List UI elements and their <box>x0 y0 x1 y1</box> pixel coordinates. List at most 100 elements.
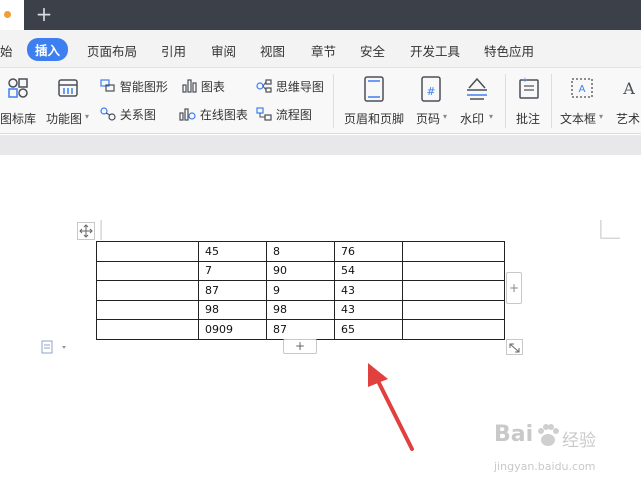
smart-shape-button[interactable]: 智能图形 <box>100 78 168 95</box>
table-row: 98 98 43 <box>96 299 505 320</box>
ribbon-toolbar: 图标库 功能图 ▾ 智能图形 图表 思维导图 关系图 在线图表 流程图 页眉和页… <box>0 68 641 134</box>
paragraph-layout-button[interactable] <box>40 339 70 354</box>
watermark-url: jingyan.baidu.com <box>494 460 596 473</box>
page-number-button[interactable]: # 页码 ▾ <box>414 74 452 128</box>
table-cell[interactable]: 98 <box>266 299 335 320</box>
chart-button[interactable]: 图表 <box>181 78 225 95</box>
smart-shape-label: 智能图形 <box>119 80 168 94</box>
menu-references[interactable]: 引用 <box>161 41 186 60</box>
table-cell[interactable]: 87 <box>266 319 335 340</box>
menu-insert[interactable]: 插入 <box>27 38 69 61</box>
table-cell[interactable] <box>96 319 199 340</box>
watermark-brand: Bai <box>494 422 534 447</box>
table-row: 45 8 76 <box>96 241 505 262</box>
svg-text:A: A <box>622 79 635 98</box>
table-cell[interactable] <box>402 280 505 301</box>
art-text-button[interactable]: A 艺术 <box>614 74 641 128</box>
table-move-handle[interactable] <box>77 222 95 240</box>
table-cell[interactable]: 0909 <box>198 319 267 340</box>
svg-text:+: + <box>522 76 528 84</box>
table-cell[interactable]: 7 <box>198 260 267 281</box>
baidu-jingyan-watermark: Bai 经验 jingyan.baidu.com <box>492 420 610 482</box>
table-cell[interactable]: 98 <box>198 299 267 320</box>
red-arrow-annotation <box>368 363 414 451</box>
art-text-icon: A <box>622 79 635 98</box>
watermark-brand-cn: 经验 <box>562 431 596 451</box>
table-cell[interactable]: 8 <box>266 241 335 262</box>
relation-chart-icon <box>100 107 116 121</box>
page-number-icon: # <box>421 76 441 102</box>
flowchart-button[interactable]: 流程图 <box>256 106 312 123</box>
ribbon-divider <box>333 74 334 128</box>
table-cell[interactable] <box>402 260 505 281</box>
app-window: + 始 插入 页面布局 引用 审阅 视图 章节 安全 开发工具 特色应用 图标库 <box>0 0 641 491</box>
comment-label: 批注 <box>516 112 541 126</box>
document-tab[interactable] <box>0 0 24 30</box>
online-chart-icon <box>179 108 196 121</box>
art-text-label: 艺术 <box>616 112 641 126</box>
table-cell[interactable]: 65 <box>334 319 403 340</box>
move-arrows-icon <box>79 224 93 238</box>
menu-view[interactable]: 视图 <box>260 41 285 60</box>
menu-special-apps[interactable]: 特色应用 <box>484 41 534 60</box>
table-cell[interactable] <box>96 280 199 301</box>
mind-map-label: 思维导图 <box>275 80 324 94</box>
textbox-button[interactable]: A 文本框 ▾ <box>558 74 608 128</box>
watermark-button[interactable]: 水印 ▾ <box>458 74 498 128</box>
margin-corner-mark <box>600 220 620 239</box>
caret-down-icon: ▾ <box>443 112 448 121</box>
online-chart-button[interactable]: 在线图表 <box>178 106 248 123</box>
textbox-label: 文本框 <box>560 112 597 126</box>
mind-map-button[interactable]: 思维导图 <box>256 78 324 95</box>
icon-library-label: 图标库 <box>0 112 37 126</box>
menu-page-layout[interactable]: 页面布局 <box>87 41 137 60</box>
table-cell[interactable]: 54 <box>334 260 403 281</box>
menu-section[interactable]: 章节 <box>311 41 336 60</box>
paw-icon <box>538 424 559 446</box>
mind-map-icon <box>256 79 272 93</box>
table-cell[interactable]: 43 <box>334 280 403 301</box>
table-cell[interactable]: 43 <box>334 299 403 320</box>
flowchart-label: 流程图 <box>275 108 312 122</box>
ribbon-divider <box>505 74 506 128</box>
menu-developer-tools[interactable]: 开发工具 <box>410 41 460 60</box>
table-cell[interactable]: 76 <box>334 241 403 262</box>
table-row: 87 9 43 <box>96 280 505 301</box>
header-footer-button[interactable]: 页眉和页脚 <box>342 74 406 128</box>
table-cell[interactable] <box>96 241 199 262</box>
comment-button[interactable]: + 批注 <box>512 74 546 128</box>
ruler-band <box>0 135 641 155</box>
unsaved-dot-icon <box>4 11 11 18</box>
comment-icon: + <box>519 76 539 99</box>
table-cell[interactable] <box>402 299 505 320</box>
new-tab-button[interactable]: + <box>34 2 54 26</box>
function-chart-button[interactable]: 功能图 ▾ <box>44 74 92 128</box>
table-resize-handle[interactable] <box>506 339 523 355</box>
data-table: 45 8 76 7 90 54 87 9 43 98 98 43 0909 87 65 <box>96 241 505 340</box>
table-cell[interactable] <box>96 260 199 281</box>
table-cell[interactable]: 45 <box>198 241 267 262</box>
smart-shape-icon <box>100 79 115 92</box>
menu-review[interactable]: 审阅 <box>211 41 236 60</box>
title-bar: + <box>0 0 641 30</box>
document-icon <box>41 340 66 354</box>
textbox-icon: A <box>571 78 593 98</box>
menu-start[interactable]: 始 <box>0 41 13 60</box>
relation-chart-button[interactable]: 关系图 <box>100 106 156 123</box>
header-footer-label: 页眉和页脚 <box>344 112 405 126</box>
caret-down-icon: ▾ <box>599 112 604 121</box>
table-cell[interactable] <box>96 299 199 320</box>
add-column-button[interactable]: + <box>506 272 522 304</box>
menu-security[interactable]: 安全 <box>360 41 385 60</box>
caret-down-icon: ▾ <box>85 112 90 121</box>
ribbon-divider <box>551 74 552 128</box>
caret-down-icon: ▾ <box>489 112 494 121</box>
table-cell[interactable]: 87 <box>198 280 267 301</box>
bar-chart-icon <box>182 79 197 93</box>
table-cell[interactable]: 9 <box>266 280 335 301</box>
table-cell[interactable]: 90 <box>266 260 335 281</box>
table-cell[interactable] <box>402 241 505 262</box>
add-row-button[interactable]: + <box>283 339 317 354</box>
table-cell[interactable] <box>402 319 505 340</box>
icon-library-button[interactable]: 图标库 <box>0 74 36 128</box>
